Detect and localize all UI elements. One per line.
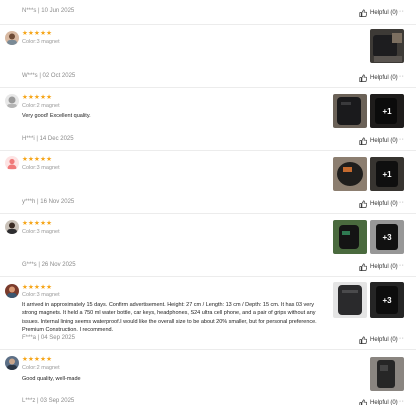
star-rating: ★★★★★: [22, 220, 53, 227]
reviews-list: N***s | 10 Jun 2025 Helpful (0) ··· ★★★★…: [0, 0, 416, 405]
review-photo[interactable]: [370, 357, 404, 391]
avatar: [5, 356, 19, 370]
avatar: [5, 94, 19, 108]
thumbs-up-icon: [359, 74, 367, 82]
review-author-date: F***a | 04 Sep 2025: [22, 335, 75, 341]
variant-label: Color:3 magnet: [22, 39, 60, 45]
review-author-date: L***z | 03 Sep 2025: [22, 398, 75, 404]
review-text: Very good! Excellent quality.: [22, 113, 91, 119]
review-author-date: G***s | 26 Nov 2025: [22, 262, 76, 268]
helpful-label: Helpful (0): [370, 337, 398, 343]
helpful-button[interactable]: Helpful (0): [359, 7, 398, 19]
review-item: ★★★★★ Color:2 magnet Very good! Excellen…: [0, 87, 416, 150]
variant-label: Color:3 magnet: [22, 165, 60, 171]
helpful-button[interactable]: Helpful (0): [359, 334, 398, 346]
review-text: Good quality, well-made: [22, 376, 81, 382]
review-meta-row: L***z | 03 Sep 2025 Helpful (0) ···: [0, 395, 416, 405]
thumbs-up-icon: [359, 9, 367, 17]
review-item: ★★★★★ Color:2 magnet Good quality, well-…: [0, 349, 416, 405]
review-meta-row: H***i | 14 Dec 2025 Helpful (0) ···: [0, 133, 416, 149]
photo-count-overlay: +3: [370, 282, 404, 318]
more-photos-count: +3: [382, 232, 392, 242]
helpful-label: Helpful (0): [370, 75, 398, 81]
more-options-icon[interactable]: ···: [396, 73, 405, 81]
thumbs-up-icon: [359, 336, 367, 344]
review-photo[interactable]: [370, 29, 404, 63]
review-photo[interactable]: [333, 220, 367, 254]
thumbs-up-icon: [359, 399, 367, 405]
review-photo-more[interactable]: +3: [370, 282, 404, 318]
more-photos-count: +3: [382, 295, 392, 305]
more-options-icon[interactable]: ···: [396, 136, 405, 144]
avatar: [5, 156, 19, 170]
variant-label: Color:3 magnet: [22, 292, 60, 298]
review-author-date: H***i | 14 Dec 2025: [22, 136, 74, 142]
helpful-label: Helpful (0): [370, 201, 398, 207]
star-rating: ★★★★★: [22, 356, 53, 363]
helpful-button[interactable]: Helpful (0): [359, 261, 398, 273]
review-photo[interactable]: [333, 94, 367, 128]
thumbs-up-icon: [359, 263, 367, 271]
review-text: It arrived in approximately 15 days. Con…: [22, 302, 317, 334]
variant-label: Color:2 magnet: [22, 365, 60, 371]
thumbs-up-icon: [359, 137, 367, 145]
review-meta-row: F***a | 04 Sep 2025 Helpful (0) ···: [0, 332, 416, 348]
review-author-date: W***s | 02 Oct 2025: [22, 73, 76, 79]
more-photos-count: +1: [382, 169, 392, 179]
helpful-button[interactable]: Helpful (0): [359, 198, 398, 210]
star-rating: ★★★★★: [22, 30, 53, 37]
star-rating: ★★★★★: [22, 94, 53, 101]
review-meta-row: G***s | 26 Nov 2025 Helpful (0) ···: [0, 259, 416, 275]
review-photo-more[interactable]: +1: [370, 157, 404, 191]
more-options-icon[interactable]: ···: [396, 262, 405, 270]
review-author-date: y***h | 16 Nov 2025: [22, 199, 75, 205]
review-meta-row: W***s | 02 Oct 2025 Helpful (0) ···: [0, 70, 416, 86]
more-options-icon[interactable]: ···: [396, 8, 405, 16]
helpful-label: Helpful (0): [370, 264, 398, 270]
helpful-button[interactable]: Helpful (0): [359, 135, 398, 147]
helpful-label: Helpful (0): [370, 138, 398, 144]
helpful-label: Helpful (0): [370, 400, 398, 405]
photo-count-overlay: +1: [370, 94, 404, 128]
review-item: ★★★★★ Color:3 magnet W***s | 02 Oct 2025…: [0, 24, 416, 87]
variant-label: Color:3 magnet: [22, 229, 60, 235]
helpful-button[interactable]: Helpful (0): [359, 72, 398, 84]
review-meta-row: y***h | 16 Nov 2025 Helpful (0) ···: [0, 196, 416, 212]
review-photo[interactable]: [333, 282, 367, 318]
more-options-icon[interactable]: ···: [396, 335, 405, 343]
star-rating: ★★★★★: [22, 284, 53, 291]
photo-count-overlay: +3: [370, 220, 404, 254]
helpful-button[interactable]: Helpful (0): [359, 397, 398, 405]
review-photo-more[interactable]: +3: [370, 220, 404, 254]
review-author-date: N***s | 10 Jun 2025: [22, 8, 75, 14]
review-item: ★★★★★ Color:3 magnet It arrived in appro…: [0, 276, 416, 349]
review-item: ★★★★★ Color:3 magnet +3 G***s | 26 Nov 2…: [0, 213, 416, 276]
review-meta-row: N***s | 10 Jun 2025 Helpful (0) ···: [0, 5, 416, 21]
star-rating: ★★★★★: [22, 156, 53, 163]
thumbs-up-icon: [359, 200, 367, 208]
photo-count-overlay: +1: [370, 157, 404, 191]
avatar: [5, 220, 19, 234]
variant-label: Color:2 magnet: [22, 103, 60, 109]
more-photos-count: +1: [382, 106, 392, 116]
avatar: [5, 284, 19, 298]
review-photo-more[interactable]: +1: [370, 94, 404, 128]
avatar: [5, 31, 19, 45]
helpful-label: Helpful (0): [370, 10, 398, 16]
more-options-icon[interactable]: ···: [396, 398, 405, 405]
review-photo[interactable]: [333, 157, 367, 191]
more-options-icon[interactable]: ···: [396, 199, 405, 207]
review-item: ★★★★★ Color:3 magnet +1 y***h | 16 Nov 2…: [0, 150, 416, 213]
